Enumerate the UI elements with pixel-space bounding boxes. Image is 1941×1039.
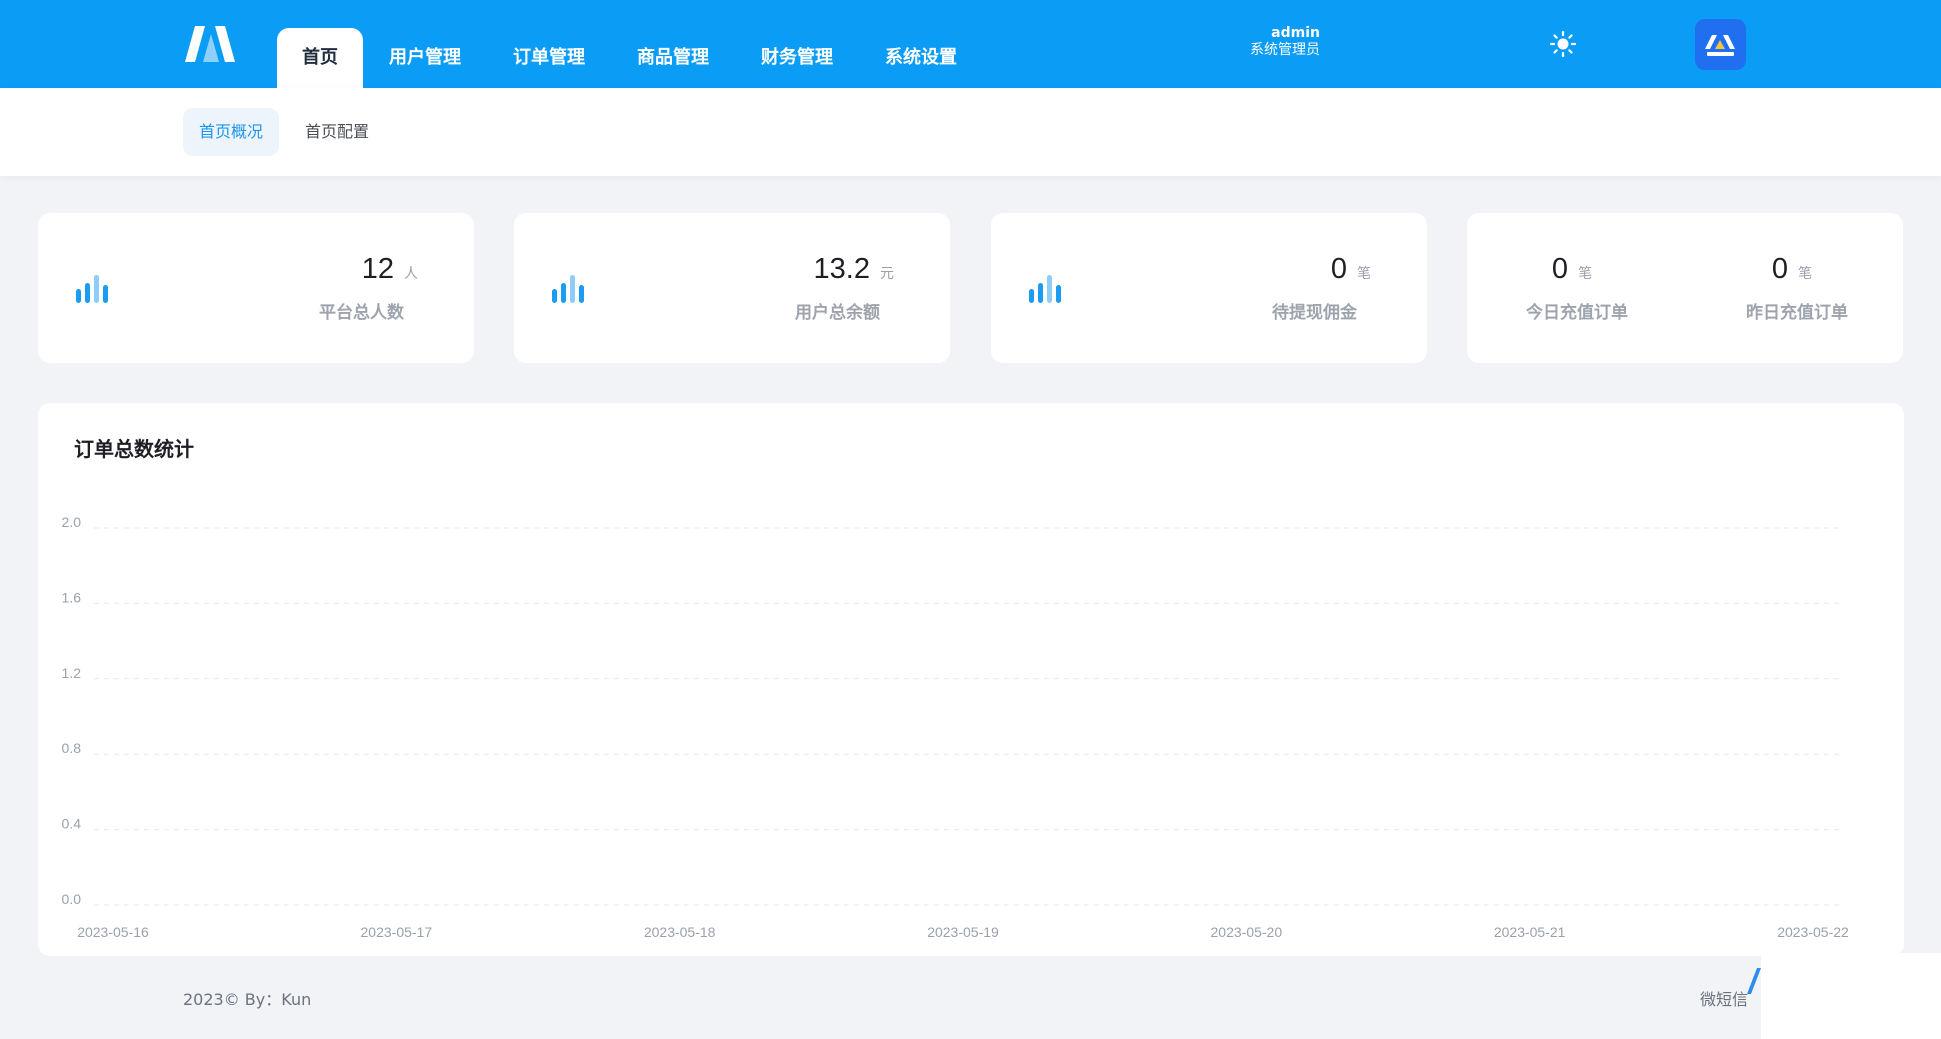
x-tick-label: 2023-05-16 bbox=[77, 924, 149, 940]
stat-value: 0 bbox=[1551, 253, 1569, 285]
x-tick-label: 2023-05-22 bbox=[1777, 924, 1849, 940]
bar-chart-icon bbox=[1029, 275, 1061, 303]
tab-home-overview[interactable]: 首页概况 bbox=[183, 108, 280, 156]
bar-chart-icon bbox=[76, 275, 108, 303]
y-tick-label: 1.2 bbox=[62, 665, 82, 681]
stat-value: 0 bbox=[1771, 253, 1789, 285]
stat-card-pending-commission: 0笔 待提现佣金 bbox=[991, 213, 1427, 363]
x-tick-label: 2023-05-21 bbox=[1494, 924, 1566, 940]
nav-finance-management[interactable]: 财务管理 bbox=[735, 28, 859, 88]
avatar[interactable] bbox=[1695, 19, 1746, 70]
stat-label: 昨日充值订单 bbox=[1746, 303, 1848, 323]
stat-card-recharge-orders: 0笔 今日充值订单 0笔 昨日充值订单 bbox=[1467, 213, 1903, 363]
x-tick-label: 2023-05-17 bbox=[361, 924, 433, 940]
x-tick-label: 2023-05-18 bbox=[644, 924, 716, 940]
stat-today-recharge: 0笔 今日充值订单 bbox=[1497, 253, 1657, 323]
y-tick-label: 1.6 bbox=[62, 589, 82, 605]
nav-system-settings[interactable]: 系统设置 bbox=[859, 28, 983, 88]
stat-label: 今日充值订单 bbox=[1526, 303, 1628, 323]
stat-value: 0 bbox=[1330, 253, 1347, 285]
corner-overlay bbox=[1761, 953, 1941, 1039]
stat-content: 13.2 元 用户总余额 bbox=[704, 253, 904, 323]
stat-label: 平台总人数 bbox=[319, 303, 404, 323]
stat-unit: 笔 bbox=[1578, 266, 1593, 282]
sub-navbar: 首页概况 首页配置 bbox=[0, 88, 1941, 176]
top-navbar: 首页 用户管理 订单管理 商品管理 财务管理 系统设置 admin 系统管理员 bbox=[0, 0, 1941, 88]
main-nav: 首页 用户管理 订单管理 商品管理 财务管理 系统设置 bbox=[277, 28, 983, 88]
footer-brand-link[interactable]: 微短信 bbox=[1700, 986, 1748, 1010]
y-tick-label: 2.0 bbox=[62, 514, 82, 530]
stat-value: 12 bbox=[361, 253, 394, 285]
stat-unit: 笔 bbox=[1357, 266, 1371, 282]
stat-card-total-users: 12 人 平台总人数 bbox=[38, 213, 474, 363]
stat-unit: 人 bbox=[404, 266, 418, 282]
nav-user-management[interactable]: 用户管理 bbox=[363, 28, 487, 88]
stat-card-user-balance: 13.2 元 用户总余额 bbox=[514, 213, 950, 363]
stat-unit: 笔 bbox=[1798, 266, 1813, 282]
user-info[interactable]: admin 系统管理员 bbox=[1250, 25, 1320, 59]
stat-content: 12 人 平台总人数 bbox=[228, 253, 428, 323]
footer-copyright: 2023© By：Kun bbox=[183, 990, 312, 1009]
y-tick-label: 0.4 bbox=[62, 816, 82, 832]
nav-order-management[interactable]: 订单管理 bbox=[487, 28, 611, 88]
stat-unit: 元 bbox=[880, 266, 894, 282]
nav-home[interactable]: 首页 bbox=[277, 28, 363, 88]
stat-label: 用户总余额 bbox=[795, 303, 880, 323]
order-line-chart: 0.0 0.4 0.8 1.2 1.6 2.0 2023-05-16 2023-05-17 20… bbox=[62, 514, 1849, 940]
theme-toggle-sun-icon[interactable] bbox=[1549, 30, 1577, 58]
stat-label: 待提现佣金 bbox=[1272, 303, 1357, 323]
x-tick-label: 2023-05-20 bbox=[1211, 924, 1283, 940]
order-chart-card: 订单总数统计 0.0 0.4 0.8 1.2 1.6 2.0 2023-05-16 2023-… bbox=[38, 403, 1904, 956]
stat-yesterday-recharge: 0笔 昨日充值订单 bbox=[1717, 253, 1877, 323]
y-tick-label: 0.8 bbox=[62, 740, 82, 756]
corner-logo-icon bbox=[1747, 968, 1761, 994]
app-logo[interactable] bbox=[183, 24, 237, 64]
nav-product-management[interactable]: 商品管理 bbox=[611, 28, 735, 88]
y-tick-label: 0.0 bbox=[62, 891, 82, 907]
user-role: 系统管理员 bbox=[1250, 42, 1320, 58]
tab-home-config[interactable]: 首页配置 bbox=[289, 108, 385, 156]
stat-value: 13.2 bbox=[813, 253, 870, 285]
bar-chart-icon bbox=[552, 275, 584, 303]
user-name: admin bbox=[1271, 25, 1320, 41]
stat-content: 0笔 待提现佣金 bbox=[1181, 253, 1381, 323]
x-tick-label: 2023-05-19 bbox=[927, 924, 999, 940]
